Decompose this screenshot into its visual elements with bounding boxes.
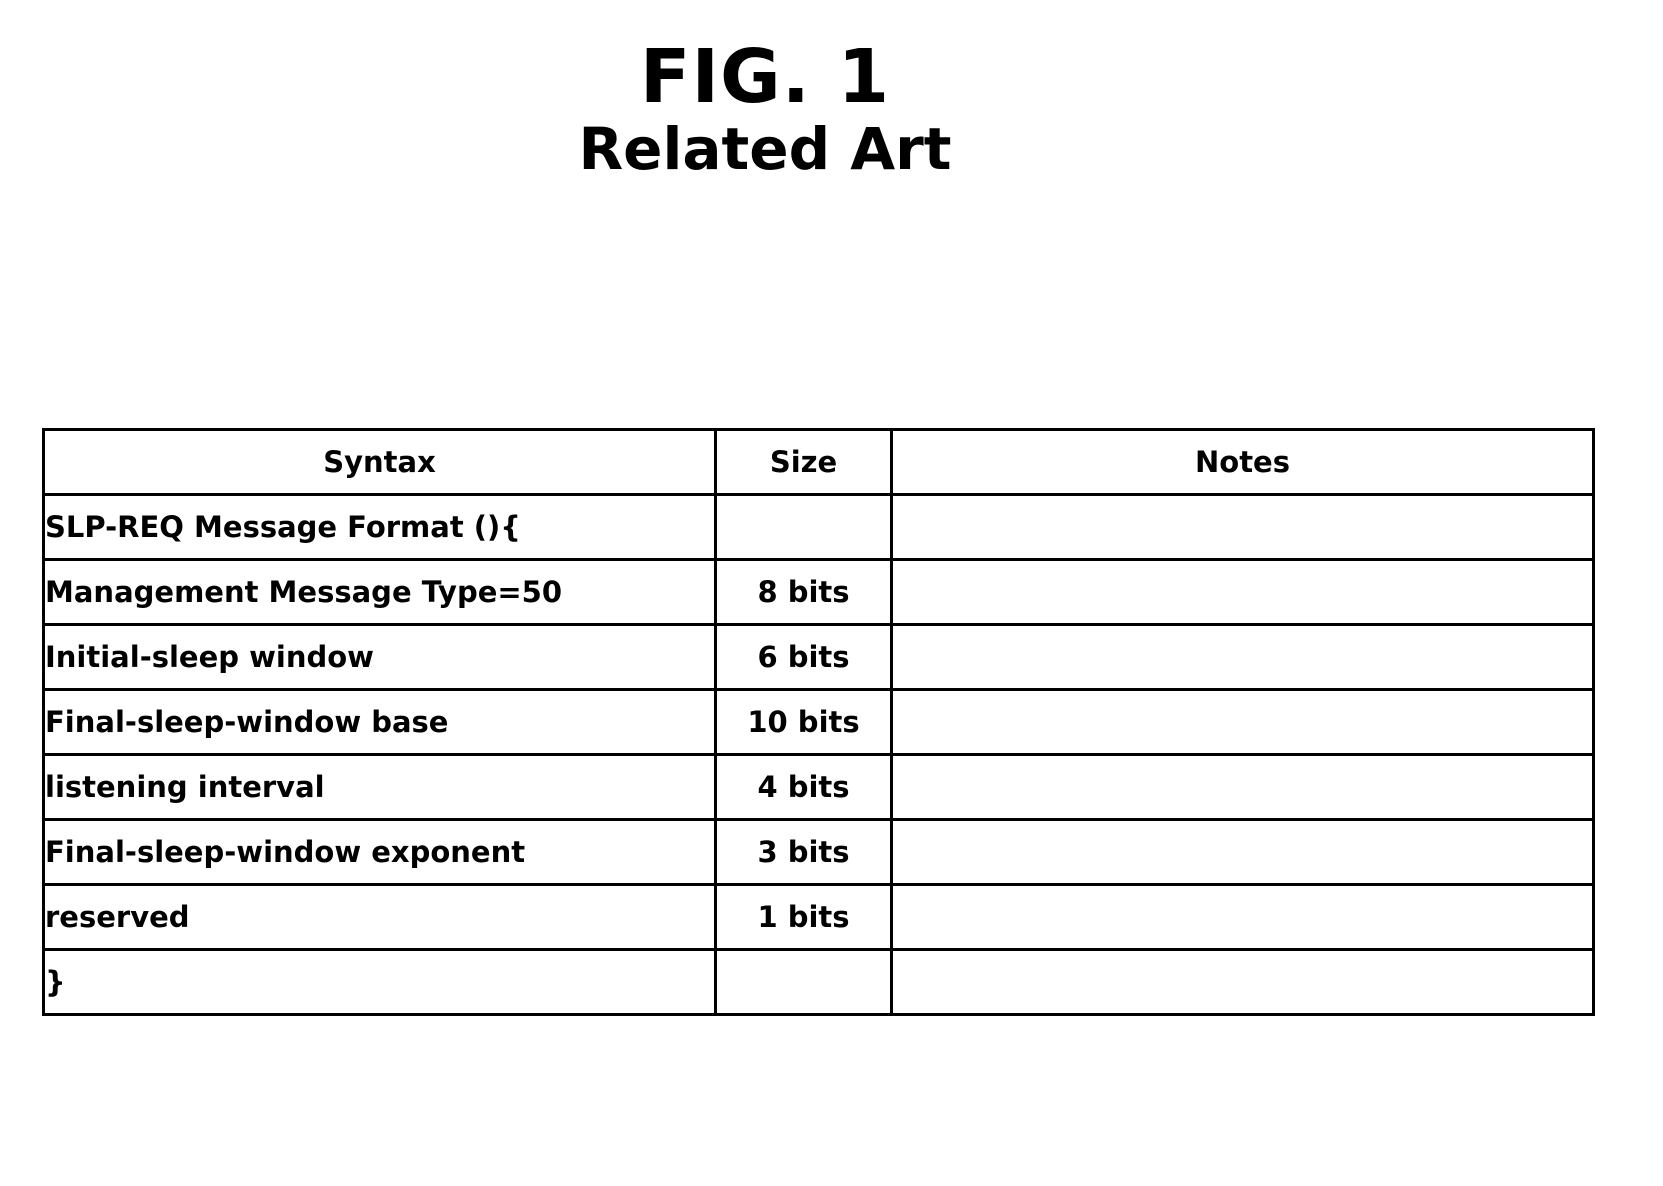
table-row: Final-sleep-window exponent 3 bits: [42, 818, 1595, 886]
column-header-size: Size: [714, 428, 893, 496]
cell-notes: [890, 753, 1595, 821]
figure-number: FIG. 1: [639, 34, 891, 120]
cell-notes: [890, 948, 1595, 1016]
cell-syntax: reserved: [42, 883, 717, 951]
cell-size: 8 bits: [714, 558, 893, 626]
column-header-notes: Notes: [890, 428, 1595, 496]
table-row: Initial-sleep window 6 bits: [42, 623, 1595, 691]
table-row: reserved 1 bits: [42, 883, 1595, 951]
cell-size: 4 bits: [714, 753, 893, 821]
cell-size: [714, 948, 893, 1016]
cell-syntax: SLP-REQ Message Format (){: [42, 493, 717, 561]
table-row: }: [42, 948, 1595, 1016]
table-row: listening interval 4 bits: [42, 753, 1595, 821]
figure-subtitle: Related Art: [578, 115, 952, 183]
cell-notes: [890, 883, 1595, 951]
table-row: SLP-REQ Message Format (){: [42, 493, 1595, 561]
table-row: Final-sleep-window base 10 bits: [42, 688, 1595, 756]
table-row: Management Message Type=50 8 bits: [42, 558, 1595, 626]
cell-size: 6 bits: [714, 623, 893, 691]
cell-size: 10 bits: [714, 688, 893, 756]
cell-syntax: Initial-sleep window: [42, 623, 717, 691]
cell-size: 1 bits: [714, 883, 893, 951]
cell-size: 3 bits: [714, 818, 893, 886]
figure-header: FIG. 1 Related Art: [0, 38, 1530, 180]
cell-size: [714, 493, 893, 561]
column-header-syntax: Syntax: [42, 428, 717, 496]
cell-syntax: listening interval: [42, 753, 717, 821]
cell-syntax: Final-sleep-window base: [42, 688, 717, 756]
table-header-row: Syntax Size Notes: [42, 428, 1595, 496]
cell-notes: [890, 623, 1595, 691]
cell-notes: [890, 818, 1595, 886]
cell-notes: [890, 558, 1595, 626]
cell-syntax: Final-sleep-window exponent: [42, 818, 717, 886]
cell-notes: [890, 688, 1595, 756]
cell-notes: [890, 493, 1595, 561]
cell-syntax: }: [42, 948, 717, 1016]
cell-syntax: Management Message Type=50: [42, 558, 717, 626]
message-format-table: Syntax Size Notes SLP-REQ Message Format…: [42, 428, 1595, 1016]
